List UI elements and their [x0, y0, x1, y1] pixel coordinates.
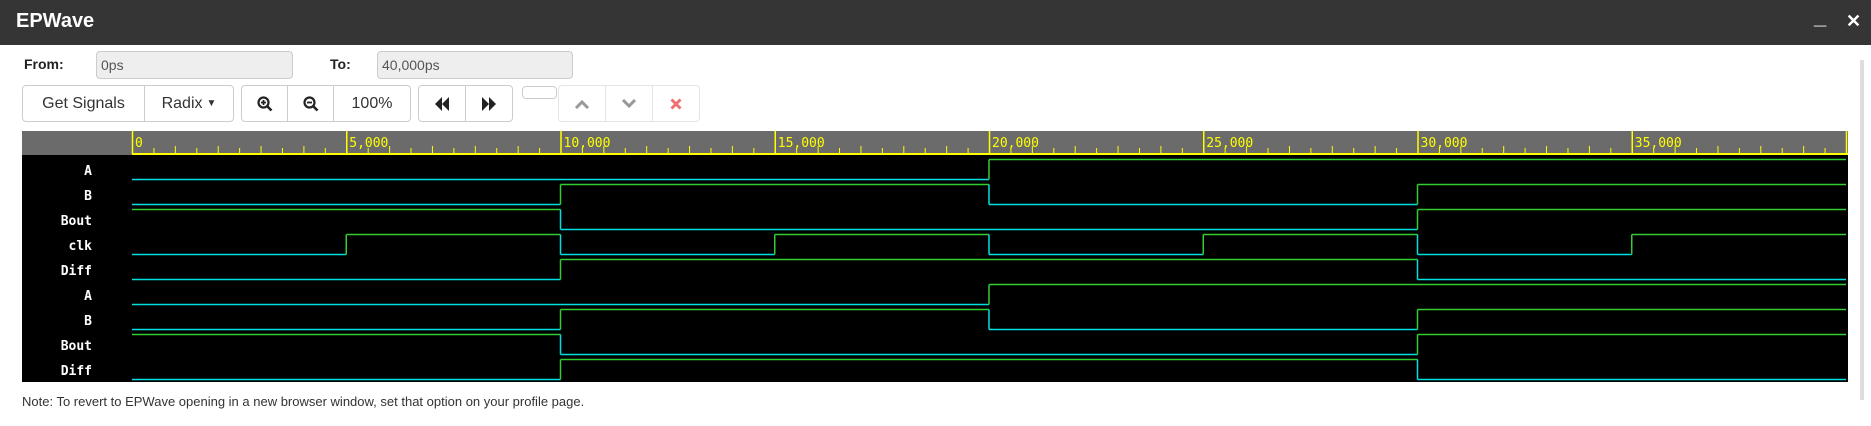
radix-dropdown[interactable]: Radix ▼ [145, 86, 233, 121]
ruler-label: 15,000 [778, 136, 825, 151]
move-down-button[interactable] [606, 86, 653, 121]
backward-icon [435, 96, 449, 111]
next-edge-button[interactable] [466, 86, 512, 121]
close-button[interactable]: ✕ [1846, 11, 1861, 32]
get-signals-button[interactable]: Get Signals [23, 86, 145, 121]
signal-label[interactable]: B [22, 314, 92, 329]
ruler-label: 0 [135, 136, 143, 151]
close-icon [670, 97, 682, 110]
zoom-group: 100% [241, 85, 411, 122]
forward-icon [482, 96, 496, 111]
move-up-button[interactable] [559, 86, 606, 121]
radix-label: Radix [161, 94, 203, 112]
navigation-group [418, 85, 513, 122]
signal-label[interactable]: A [22, 289, 92, 304]
zoom-level-button[interactable]: 100% [334, 86, 410, 121]
ruler-label: 10,000 [564, 136, 611, 151]
waveform-viewer[interactable]: 0 5,000 10,000 15,000 20,000 25,000 30,000 35,0… [22, 131, 1848, 382]
ruler-label: 30,000 [1421, 136, 1468, 151]
scrollbar[interactable] [1860, 60, 1864, 400]
ruler-label: 20,000 [992, 136, 1039, 151]
remove-signal-button[interactable] [653, 86, 699, 121]
signal-edit-group [558, 85, 700, 122]
ruler-label: 35,000 [1635, 136, 1682, 151]
title-bar: EPWave _ ✕ [0, 0, 1871, 45]
signal-label[interactable]: Diff [22, 364, 92, 379]
signal-label[interactable]: B [22, 189, 92, 204]
zoom-out-button[interactable] [288, 86, 334, 121]
waveform-canvas[interactable]: 0 5,000 10,000 15,000 20,000 25,000 30,000 35,0… [22, 131, 1848, 382]
signal-label[interactable]: A [22, 164, 92, 179]
window-title: EPWave [16, 10, 95, 32]
signal-label[interactable]: clk [22, 239, 92, 254]
zoom-out-icon [302, 95, 318, 111]
previous-edge-button[interactable] [419, 86, 466, 121]
caret-down-icon: ▼ [206, 98, 217, 109]
minimize-button[interactable]: _ [1814, 4, 1826, 30]
ruler-background [22, 131, 1848, 155]
ruler-label: 25,000 [1206, 136, 1253, 151]
empty-button[interactable] [522, 86, 557, 99]
ruler-label: 5,000 [349, 136, 388, 151]
chevron-up-icon [574, 99, 590, 109]
signal-label[interactable]: Bout [22, 339, 92, 354]
to-label: To: [330, 56, 351, 72]
zoom-in-icon [256, 95, 272, 111]
zoom-in-button[interactable] [242, 86, 288, 121]
signal-label[interactable]: Bout [22, 214, 92, 229]
from-label: From: [24, 56, 64, 72]
note-text: Note: To revert to EPWave opening in a n… [22, 394, 585, 409]
chevron-down-icon [621, 98, 637, 108]
signals-group: Get Signals Radix ▼ [22, 85, 234, 122]
from-input[interactable] [96, 51, 293, 79]
to-input[interactable] [377, 51, 573, 79]
signal-label[interactable]: Diff [22, 264, 92, 279]
